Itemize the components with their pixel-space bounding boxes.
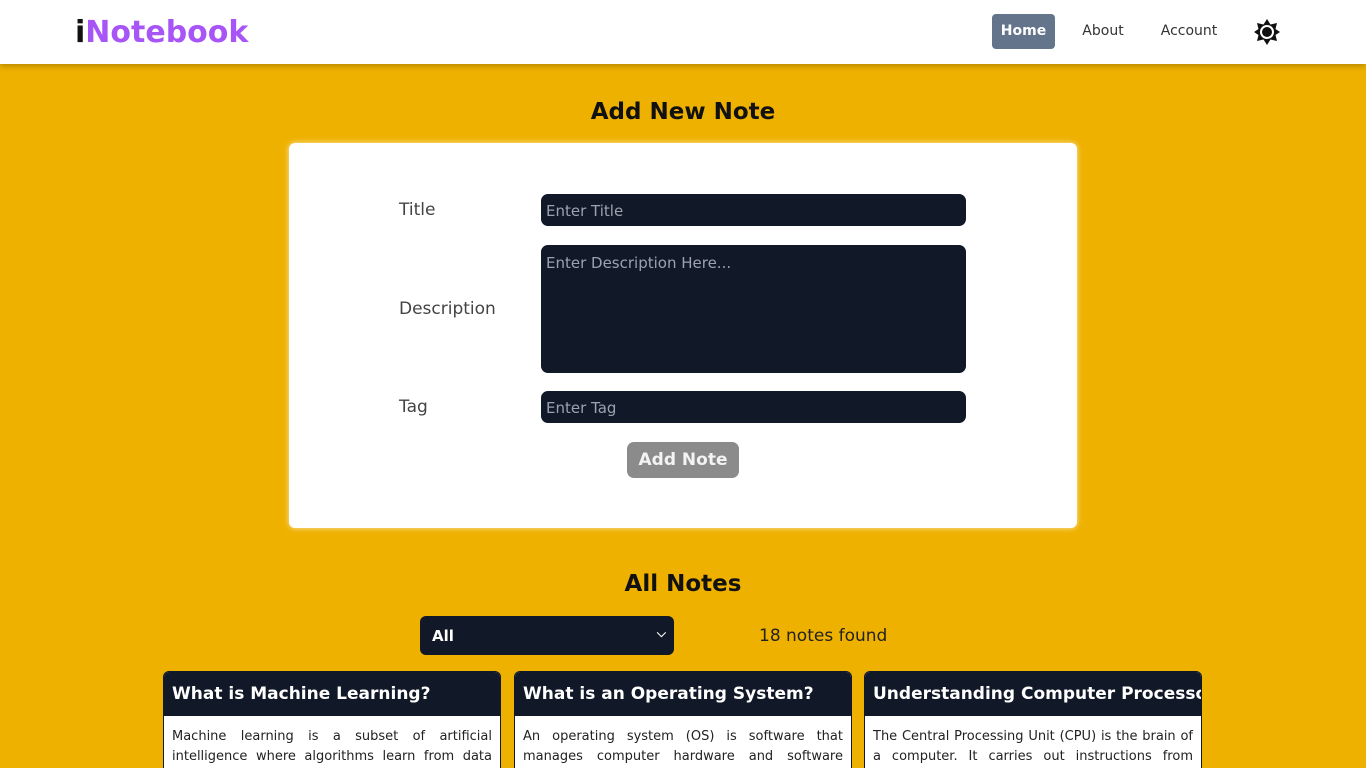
add-note-heading: Add New Note (590, 99, 776, 125)
add-note-form: Title Enter Title Description Enter Desc… (289, 143, 1077, 528)
chevron-down-icon: ⌵ (656, 626, 666, 640)
filter-selected-value: All (432, 627, 454, 645)
add-note-button[interactable]: Add Note (627, 442, 739, 478)
tag-label: Tag (399, 397, 428, 417)
note-title: Understanding Computer Processors (865, 672, 1201, 716)
note-description: An operating system (OS) is software tha… (523, 729, 843, 764)
brand-rest: Notebook (85, 15, 249, 50)
description-label: Description (399, 299, 496, 319)
tag-filter-select[interactable]: All ⌵ (420, 616, 674, 655)
brand-first: i (75, 15, 86, 50)
sun-icon (1254, 19, 1280, 45)
note-card[interactable]: What is Machine Learning? Machine learni… (163, 671, 501, 768)
description-textarea[interactable]: Enter Description Here... (541, 245, 966, 373)
notes-count: 18 notes found (759, 626, 888, 646)
note-description: Machine learning is a subset of artifici… (172, 729, 492, 764)
nav-home-link[interactable]: Home (992, 14, 1055, 49)
navbar: iNotebook Home About Account (0, 0, 1366, 64)
title-input[interactable]: Enter Title (541, 194, 966, 226)
tag-input[interactable]: Enter Tag (541, 391, 966, 423)
all-notes-heading: All Notes (624, 571, 742, 597)
note-title: What is an Operating System? (515, 672, 851, 716)
nav-account-link[interactable]: Account (1155, 14, 1223, 49)
note-description: The Central Processing Unit (CPU) is the… (873, 729, 1193, 764)
note-title: What is Machine Learning? (164, 672, 500, 716)
note-card[interactable]: Understanding Computer Processors The Ce… (864, 671, 1202, 768)
brand-logo[interactable]: iNotebook (75, 14, 248, 52)
title-label: Title (399, 200, 436, 220)
nav-about-link[interactable]: About (1076, 14, 1130, 49)
theme-toggle-button[interactable] (1253, 18, 1281, 46)
note-card[interactable]: What is an Operating System? An operatin… (514, 671, 852, 768)
